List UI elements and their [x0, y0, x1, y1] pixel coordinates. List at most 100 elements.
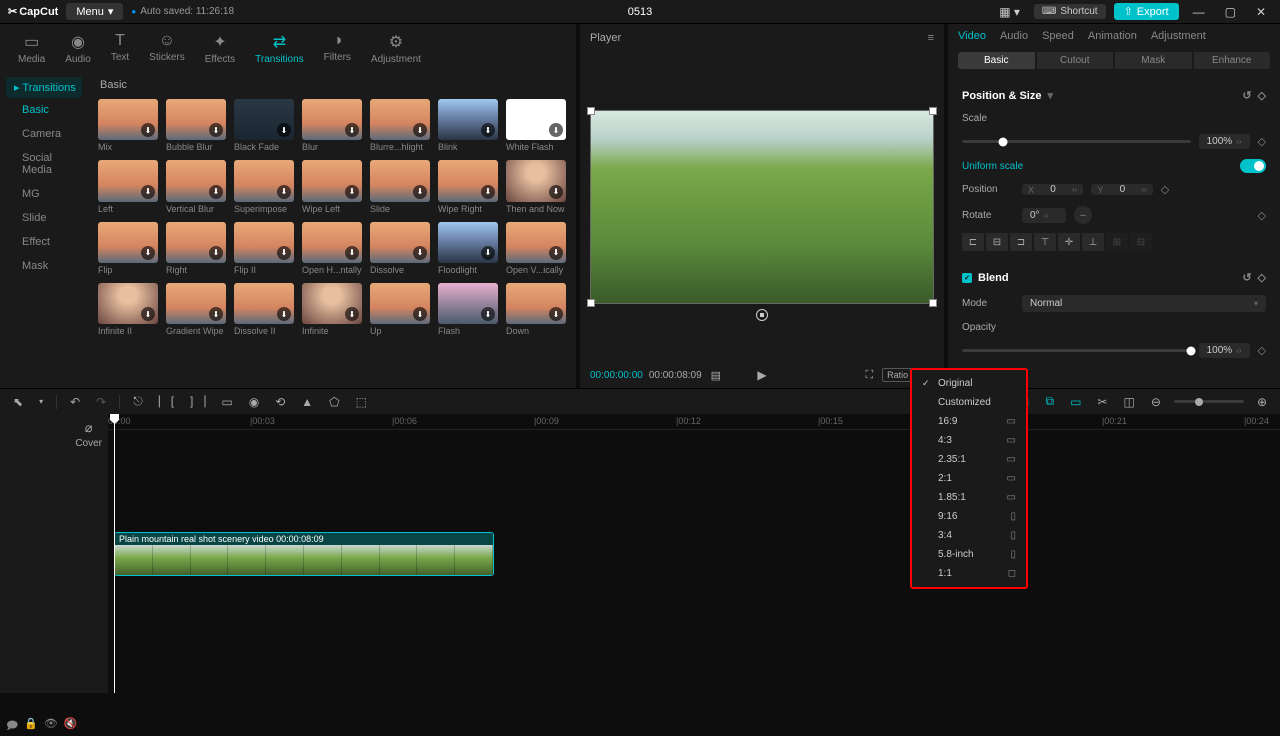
rotate-dial-icon[interactable]: –: [1074, 206, 1092, 224]
transition-thumb[interactable]: ⬇: [234, 222, 294, 263]
sidebar-item-camera[interactable]: Camera: [0, 122, 88, 146]
props-subtab-mask[interactable]: Mask: [1115, 52, 1192, 69]
ratio-option[interactable]: 2:1▭: [912, 469, 1026, 488]
transition-thumb[interactable]: ⬇: [438, 99, 498, 140]
list-icon[interactable]: ▤: [708, 369, 724, 382]
transition-item[interactable]: ⬇Bubble Blur: [166, 99, 226, 152]
scale-slider[interactable]: [962, 140, 1191, 143]
download-icon[interactable]: ⬇: [481, 307, 495, 321]
transition-thumb[interactable]: ⬇: [98, 222, 158, 263]
download-icon[interactable]: ⬇: [277, 123, 291, 137]
transition-item[interactable]: ⬇Mix: [98, 99, 158, 152]
download-icon[interactable]: ⬇: [141, 123, 155, 137]
track-lock-icon[interactable]: 🔒: [24, 717, 38, 736]
sidebar-group-transitions[interactable]: ▸ Transitions: [6, 77, 82, 98]
transition-item[interactable]: ⬇Vertical Blur: [166, 160, 226, 213]
opacity-slider[interactable]: [962, 349, 1191, 352]
cut-tool-icon[interactable]: ✂: [1094, 395, 1110, 409]
download-icon[interactable]: ⬇: [209, 307, 223, 321]
transition-thumb[interactable]: ⬇: [234, 283, 294, 324]
close-icon[interactable]: ✕: [1250, 5, 1272, 19]
download-icon[interactable]: ⬇: [549, 307, 563, 321]
download-icon[interactable]: ⬇: [549, 185, 563, 199]
transition-thumb[interactable]: ⬇: [98, 160, 158, 201]
timeline-ruler[interactable]: 00:00|00:03|00:06|00:09|00:12|00:15|00:1…: [108, 414, 1280, 430]
props-subtab-cutout[interactable]: Cutout: [1037, 52, 1114, 69]
download-icon[interactable]: ⬇: [277, 246, 291, 260]
download-icon[interactable]: ⬇: [549, 123, 563, 137]
select-tool-icon[interactable]: ⬉: [10, 395, 26, 409]
download-icon[interactable]: ⬇: [345, 185, 359, 199]
ratio-option[interactable]: 9:16▯: [912, 507, 1026, 526]
sidebar-item-social-media[interactable]: Social Media: [0, 146, 88, 182]
video-clip[interactable]: Plain mountain real shot scenery video 0…: [114, 532, 494, 576]
transition-thumb[interactable]: ⬇: [234, 99, 294, 140]
record-icon[interactable]: ◉: [246, 395, 262, 409]
sidebar-item-slide[interactable]: Slide: [0, 206, 88, 230]
transition-thumb[interactable]: ⬇: [370, 99, 430, 140]
props-tab-video[interactable]: Video: [958, 30, 986, 42]
reset-icon[interactable]: ↺: [1242, 271, 1251, 284]
ratio-option[interactable]: 1:1◻: [912, 564, 1026, 583]
split-left-icon[interactable]: ⎸[: [156, 394, 177, 409]
props-tab-animation[interactable]: Animation: [1088, 30, 1137, 42]
blend-mode-select[interactable]: Normal▾: [1022, 295, 1266, 312]
export-button[interactable]: ⇧ Export: [1114, 3, 1179, 20]
transition-item[interactable]: ⬇Right: [166, 222, 226, 275]
media-tab-adjustment[interactable]: ⚙Adjustment: [361, 28, 431, 69]
ratio-option[interactable]: ✓Original: [912, 374, 1026, 393]
keyframe-icon[interactable]: ◇: [1258, 89, 1266, 102]
transition-thumb[interactable]: ⬇: [370, 160, 430, 201]
transition-item[interactable]: ⬇Flash: [438, 283, 498, 336]
keyframe-icon[interactable]: ◇: [1258, 135, 1266, 148]
transition-item[interactable]: ⬇Wipe Left: [302, 160, 362, 213]
resize-handle[interactable]: [929, 107, 937, 115]
media-tab-transitions[interactable]: ⇄Transitions: [245, 28, 314, 69]
redo-icon[interactable]: ↷: [93, 395, 109, 409]
download-icon[interactable]: ⬇: [549, 246, 563, 260]
transition-item[interactable]: ⬇White Flash: [506, 99, 566, 152]
menu-button[interactable]: Menu ▾: [66, 3, 123, 20]
download-icon[interactable]: ⬇: [209, 185, 223, 199]
download-icon[interactable]: ⬇: [209, 246, 223, 260]
transition-thumb[interactable]: ⬇: [506, 160, 566, 201]
transition-item[interactable]: ⬇Dissolve II: [234, 283, 294, 336]
transition-thumb[interactable]: ⬇: [370, 222, 430, 263]
position-x-field[interactable]: X‹›: [1022, 184, 1083, 195]
download-icon[interactable]: ⬇: [277, 307, 291, 321]
ratio-button[interactable]: Ratio: [882, 368, 913, 382]
layout-icon[interactable]: ▦ ▾: [993, 3, 1026, 21]
undo-icon[interactable]: ↶: [67, 395, 83, 409]
rotate-icon[interactable]: ⬠: [326, 395, 342, 409]
download-icon[interactable]: ⬇: [413, 307, 427, 321]
transition-thumb[interactable]: ⬇: [166, 283, 226, 324]
blend-checkbox[interactable]: ✓: [962, 273, 972, 283]
transition-thumb[interactable]: ⬇: [166, 99, 226, 140]
align-bottom-icon[interactable]: ⊥: [1082, 233, 1104, 251]
player-menu-icon[interactable]: ≡: [928, 32, 934, 44]
transition-thumb[interactable]: ⬇: [506, 283, 566, 324]
timeline-tracks[interactable]: 00:00|00:03|00:06|00:09|00:12|00:15|00:1…: [108, 414, 1280, 693]
transition-item[interactable]: ⬇Blurre...hlight: [370, 99, 430, 152]
align-vcenter-icon[interactable]: ✛: [1058, 233, 1080, 251]
link-icon[interactable]: ⧉: [1043, 394, 1058, 409]
media-tab-media[interactable]: ▭Media: [8, 28, 55, 69]
reverse-icon[interactable]: ⟲: [272, 395, 288, 409]
transition-thumb[interactable]: ⬇: [166, 160, 226, 201]
ratio-option[interactable]: 3:4▯: [912, 526, 1026, 545]
split-icon[interactable]: ⎋: [130, 394, 146, 409]
align-left-icon[interactable]: ⊏: [962, 233, 984, 251]
sidebar-item-mg[interactable]: MG: [0, 182, 88, 206]
play-button[interactable]: ▶: [754, 368, 769, 382]
keyframe-icon[interactable]: ◇: [1161, 183, 1169, 196]
transition-thumb[interactable]: ⬇: [438, 160, 498, 201]
zoom-slider[interactable]: [1174, 400, 1244, 403]
sidebar-item-mask[interactable]: Mask: [0, 254, 88, 278]
track-audio-icon[interactable]: 🔇: [64, 717, 78, 736]
transition-item[interactable]: ⬇Open H...ntally: [302, 222, 362, 275]
transition-item[interactable]: ⬇Then and Now: [506, 160, 566, 213]
download-icon[interactable]: ⬇: [209, 123, 223, 137]
download-icon[interactable]: ⬇: [345, 307, 359, 321]
transition-item[interactable]: ⬇Down: [506, 283, 566, 336]
media-tab-effects[interactable]: ✦Effects: [195, 28, 245, 69]
